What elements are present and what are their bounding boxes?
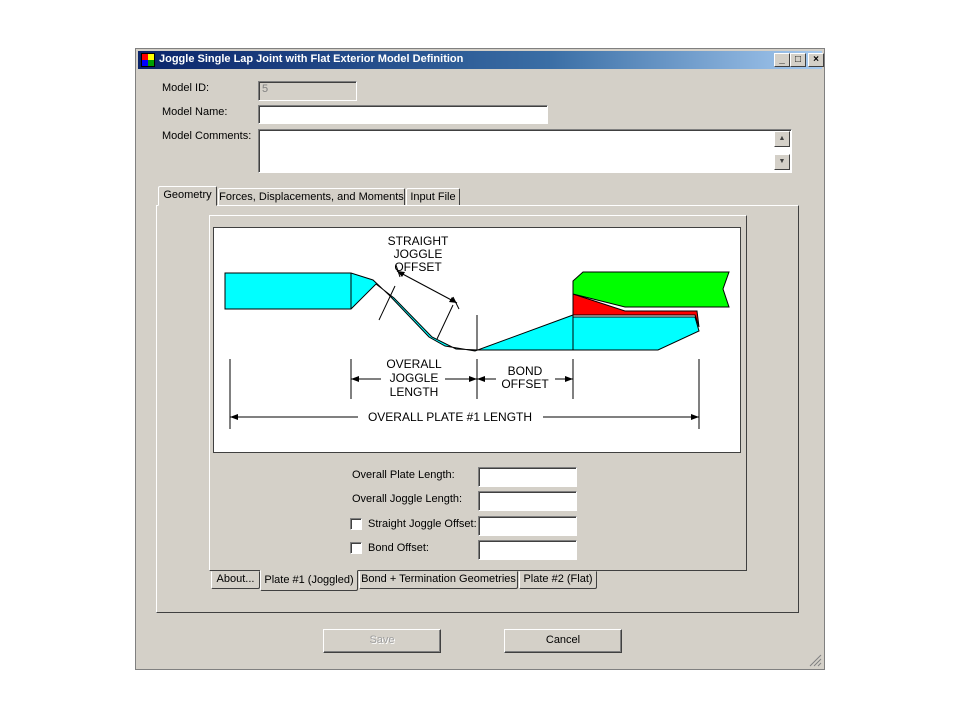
overall-joggle-length-text-2: JOGGLE — [390, 371, 439, 385]
bond-offset-checkbox[interactable] — [350, 542, 362, 554]
app-icon — [141, 53, 155, 67]
bond-offset-text-1: BOND — [508, 364, 543, 378]
joggle-geometry-diagram: STRAIGHT JOGGLE OFFSET OVERALL JOGGLE LE… — [213, 227, 741, 453]
tab-input-file[interactable]: Input File — [406, 188, 460, 206]
close-button[interactable]: × — [808, 53, 824, 67]
model-id-field: 5 — [258, 81, 357, 101]
straight-joggle-offset-text-2: JOGGLE — [394, 247, 443, 261]
model-name-input[interactable] — [258, 105, 548, 124]
model-comments-textarea[interactable] — [258, 129, 792, 173]
overall-joggle-length-text-1: OVERALL — [386, 357, 442, 371]
tab-forces-displacements-moments[interactable]: Forces, Displacements, and Moments — [218, 188, 405, 206]
model-id-label: Model ID: — [162, 82, 210, 94]
tab-geometry[interactable]: Geometry — [158, 186, 217, 206]
arrow-down-icon: ▼ — [778, 158, 786, 165]
arrow-up-icon: ▲ — [778, 135, 786, 142]
tab-plate-2-flat[interactable]: Plate #2 (Flat) — [519, 571, 597, 589]
model-comments-label: Model Comments: — [162, 130, 252, 142]
minimize-button[interactable]: _ — [774, 53, 790, 67]
straight-joggle-offset-text-1: STRAIGHT — [388, 234, 449, 248]
overall-joggle-length-input[interactable] — [478, 491, 577, 511]
scroll-down-button[interactable]: ▼ — [774, 154, 790, 170]
maximize-button[interactable]: □ — [790, 53, 806, 67]
scroll-up-button[interactable]: ▲ — [774, 131, 790, 147]
tab-about[interactable]: About... — [211, 571, 260, 589]
overall-joggle-length-text-3: LENGTH — [390, 385, 439, 399]
save-button[interactable]: Save — [323, 629, 441, 653]
overall-joggle-length-label: Overall Joggle Length: — [352, 493, 463, 505]
straight-joggle-offset-input[interactable] — [478, 516, 577, 536]
model-definition-window: Joggle Single Lap Joint with Flat Exteri… — [135, 48, 825, 670]
overall-plate-length-input[interactable] — [478, 467, 577, 487]
overall-plate-length-label: Overall Plate Length: — [352, 469, 455, 481]
cancel-button[interactable]: Cancel — [504, 629, 622, 653]
title-bar[interactable]: Joggle Single Lap Joint with Flat Exteri… — [138, 51, 824, 69]
straight-joggle-offset-label: Straight Joggle Offset: — [368, 518, 477, 530]
resize-grip-icon[interactable] — [808, 653, 822, 667]
tab-plate-1-joggled[interactable]: Plate #1 (Joggled) — [260, 570, 358, 591]
straight-joggle-offset-checkbox[interactable] — [350, 518, 362, 530]
bond-offset-text-2: OFFSET — [501, 377, 549, 391]
bond-offset-label: Bond Offset: — [368, 542, 429, 554]
bond-offset-input[interactable] — [478, 540, 577, 560]
overall-plate-length-text: OVERALL PLATE #1 LENGTH — [368, 410, 532, 424]
model-name-label: Model Name: — [162, 106, 228, 118]
window-title: Joggle Single Lap Joint with Flat Exteri… — [159, 53, 464, 65]
straight-joggle-offset-text-3: OFFSET — [394, 260, 442, 274]
tab-bond-termination-geometries[interactable]: Bond + Termination Geometries — [359, 571, 518, 589]
